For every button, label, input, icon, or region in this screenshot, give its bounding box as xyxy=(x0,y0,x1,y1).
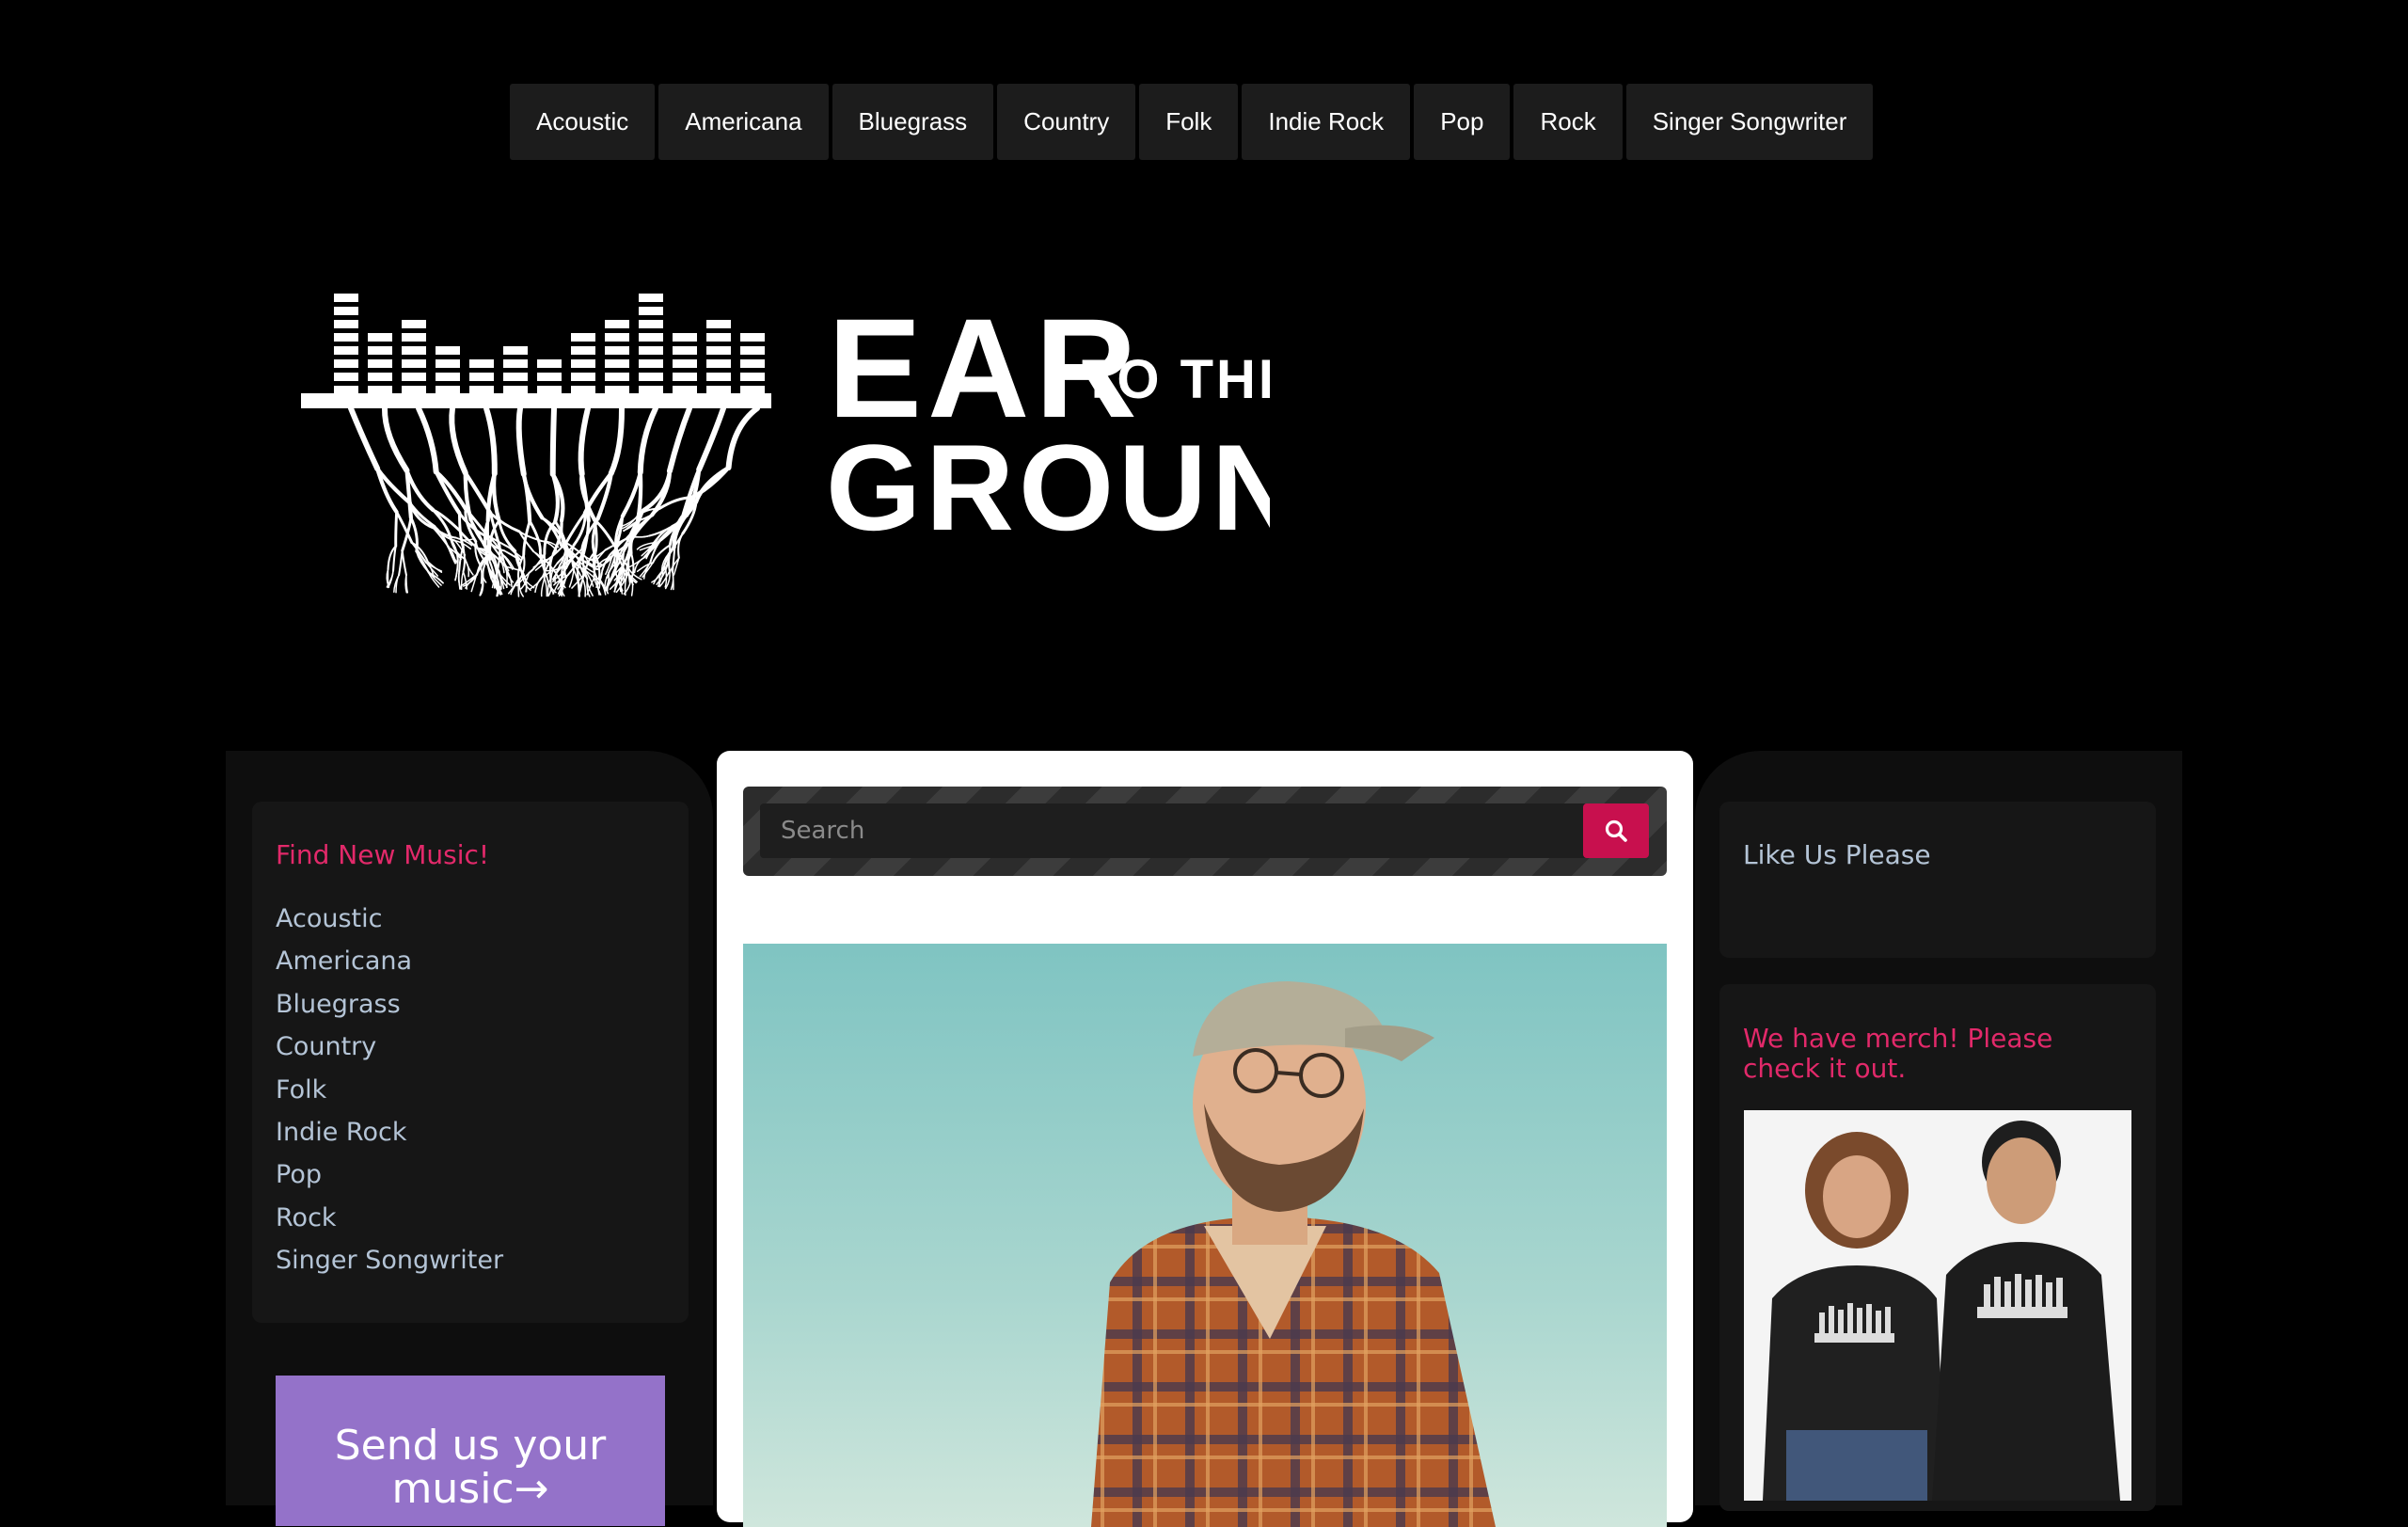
nav-country[interactable]: Country xyxy=(997,84,1136,160)
genre-link-singer-songwriter[interactable]: Singer Songwriter xyxy=(276,1239,503,1281)
search-button[interactable] xyxy=(1583,803,1649,858)
artist-image xyxy=(743,944,1667,1527)
find-music-widget: Find New Music! Acoustic Americana Blueg… xyxy=(252,802,689,1323)
top-nav: Acoustic Americana Bluegrass Country Fol… xyxy=(510,84,1874,160)
find-music-title: Find New Music! xyxy=(276,839,490,870)
nav-pop[interactable]: Pop xyxy=(1414,84,1511,160)
merch-image[interactable] xyxy=(1744,1110,2131,1501)
nav-americana[interactable]: Americana xyxy=(658,84,829,160)
featured-artist-photo[interactable] xyxy=(743,944,1667,1527)
genre-link-country[interactable]: Country xyxy=(276,1026,503,1068)
genre-link-folk[interactable]: Folk xyxy=(276,1069,503,1111)
nav-folk[interactable]: Folk xyxy=(1139,84,1239,160)
search-input[interactable] xyxy=(760,803,1588,858)
search-icon xyxy=(1605,819,1627,842)
genre-link-indie-rock[interactable]: Indie Rock xyxy=(276,1111,503,1153)
ear-to-the-ground-logo: EAR TO THE GROUND xyxy=(301,289,1270,597)
site-logo[interactable]: EAR TO THE GROUND xyxy=(282,243,1270,676)
genre-link-acoustic[interactable]: Acoustic xyxy=(276,898,503,940)
logo-text-to-the: TO THE xyxy=(1082,349,1270,410)
like-us-title: Like Us Please xyxy=(1743,839,1931,870)
like-us-widget: Like Us Please xyxy=(1719,802,2156,958)
nav-acoustic[interactable]: Acoustic xyxy=(510,84,656,160)
nav-singer-songwriter[interactable]: Singer Songwriter xyxy=(1625,84,1874,160)
merch-title: We have merch! Please check it out. xyxy=(1743,1023,2053,1084)
nav-rock[interactable]: Rock xyxy=(1513,84,1623,160)
genre-list: Acoustic Americana Bluegrass Country Fol… xyxy=(276,898,503,1282)
genre-link-rock[interactable]: Rock xyxy=(276,1197,503,1239)
nav-indie-rock[interactable]: Indie Rock xyxy=(1242,84,1411,160)
logo-text-ground: GROUND xyxy=(826,419,1270,556)
genre-link-bluegrass[interactable]: Bluegrass xyxy=(276,983,503,1026)
genre-link-pop[interactable]: Pop xyxy=(276,1153,503,1196)
merch-tshirt-image xyxy=(1744,1110,2131,1501)
search-bar xyxy=(743,787,1667,876)
send-music-button[interactable]: Send us your music→ xyxy=(276,1376,665,1526)
genre-link-americana[interactable]: Americana xyxy=(276,940,503,982)
nav-bluegrass[interactable]: Bluegrass xyxy=(832,84,994,160)
